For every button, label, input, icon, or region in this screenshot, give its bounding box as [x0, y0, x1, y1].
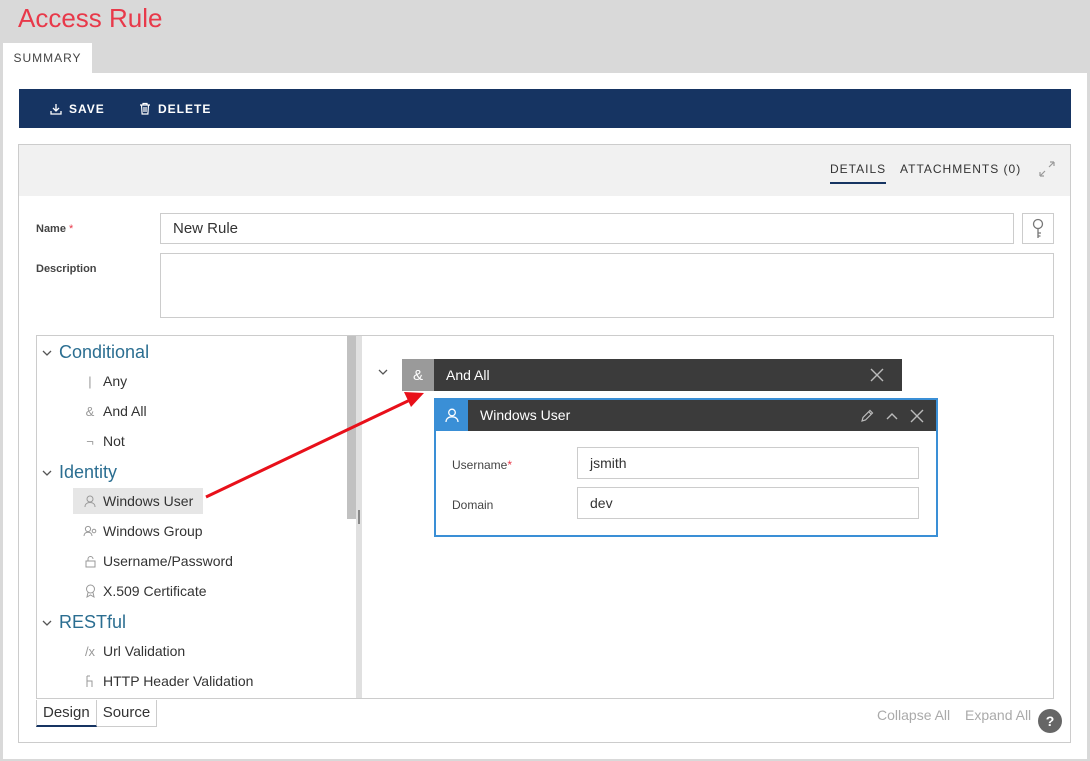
chevron-down-icon	[42, 620, 52, 626]
save-button[interactable]: SAVE	[50, 89, 105, 128]
windows-user-title: Windows User	[480, 407, 571, 423]
pipe-icon: |	[88, 373, 92, 389]
trash-icon	[140, 102, 150, 115]
rule-panel: DETAILS ATTACHMENTS (0) Name * New Rule …	[18, 144, 1071, 743]
header-icon	[77, 675, 103, 688]
splitter-grip[interactable]	[358, 510, 360, 524]
close-icon[interactable]	[910, 409, 924, 423]
chevron-down-icon[interactable]	[378, 369, 388, 375]
group-identity[interactable]: Identity	[42, 462, 117, 483]
required-mark: *	[507, 458, 513, 472]
user-icon	[436, 400, 468, 431]
palette: Conditional | Any & And All ¬ Not Identi…	[37, 336, 347, 698]
name-label: Name *	[36, 223, 74, 235]
chevron-up-icon[interactable]	[886, 412, 898, 420]
lock-icon	[77, 555, 103, 568]
pencil-icon[interactable]	[860, 409, 874, 423]
key-icon	[1032, 218, 1044, 238]
chevron-down-icon	[42, 470, 52, 476]
main-content: SAVE DELETE DETAILS ATTACHMENTS (0) Name…	[3, 73, 1087, 759]
username-input[interactable]: jsmith	[577, 447, 919, 479]
node-tools	[860, 400, 924, 431]
group-conditional[interactable]: Conditional	[42, 342, 149, 363]
ampersand-icon: &	[402, 359, 434, 391]
username-label: Username*	[452, 458, 513, 472]
page-title: Access Rule	[18, 3, 163, 33]
palette-item-and-all[interactable]: & And All	[73, 398, 157, 424]
tab-details[interactable]: DETAILS	[830, 162, 887, 184]
palette-item-url-validation[interactable]: /x Url Validation	[73, 638, 195, 664]
save-label: SAVE	[69, 101, 105, 116]
certificate-icon	[77, 584, 103, 598]
panel-header: DETAILS ATTACHMENTS (0)	[19, 145, 1070, 196]
chevron-down-icon	[42, 350, 52, 356]
palette-item-windows-user[interactable]: Windows User	[73, 488, 204, 514]
palette-item-not[interactable]: ¬ Not	[73, 428, 135, 454]
domain-label: Domain	[452, 498, 494, 512]
close-icon[interactable]	[870, 368, 884, 382]
description-input[interactable]	[160, 253, 1054, 318]
help-button[interactable]: ?	[1038, 709, 1062, 733]
tab-summary[interactable]: SUMMARY	[3, 43, 92, 73]
expand-all-link[interactable]: Expand All	[965, 707, 1031, 723]
name-input[interactable]: New Rule	[160, 213, 1014, 244]
palette-item-windows-group[interactable]: Windows Group	[73, 518, 213, 544]
palette-item-any[interactable]: | Any	[73, 368, 137, 394]
editor-mode-tabs: Design Source	[36, 700, 158, 727]
windows-user-header: Windows User	[436, 400, 936, 431]
palette-item-x509-certificate[interactable]: X.509 Certificate	[73, 578, 217, 604]
ampersand-icon: &	[85, 403, 95, 419]
user-group-icon	[77, 525, 103, 537]
windows-user-node[interactable]: Windows User Username* jsmith Domain dev	[434, 398, 938, 537]
description-label: Description	[36, 263, 97, 275]
expand-icon[interactable]	[1037, 159, 1057, 179]
palette-item-username-password[interactable]: Username/Password	[73, 548, 243, 574]
url-validation-icon: /x	[84, 643, 96, 659]
rule-designer: Conditional | Any & And All ¬ Not Identi…	[36, 335, 1054, 699]
tab-attachments[interactable]: ATTACHMENTS (0)	[900, 162, 1021, 176]
and-all-title: And All	[446, 367, 490, 383]
rule-canvas: & And All Windows User Username* jsmith …	[362, 336, 1053, 698]
user-icon	[77, 495, 103, 508]
tab-design[interactable]: Design	[36, 700, 97, 727]
palette-item-http-header-validation[interactable]: HTTP Header Validation	[73, 668, 263, 694]
group-restful[interactable]: RESTful	[42, 612, 126, 633]
download-icon	[50, 103, 62, 115]
delete-label: DELETE	[158, 101, 212, 116]
domain-input[interactable]: dev	[577, 487, 919, 519]
tab-source[interactable]: Source	[96, 700, 158, 727]
delete-button[interactable]: DELETE	[139, 89, 211, 128]
required-mark: *	[69, 223, 74, 235]
key-button[interactable]	[1022, 213, 1054, 244]
toolbar: SAVE DELETE	[19, 89, 1071, 128]
and-all-node[interactable]: & And All	[402, 359, 902, 391]
collapse-all-link[interactable]: Collapse All	[877, 707, 950, 723]
not-icon: ¬	[86, 433, 94, 449]
